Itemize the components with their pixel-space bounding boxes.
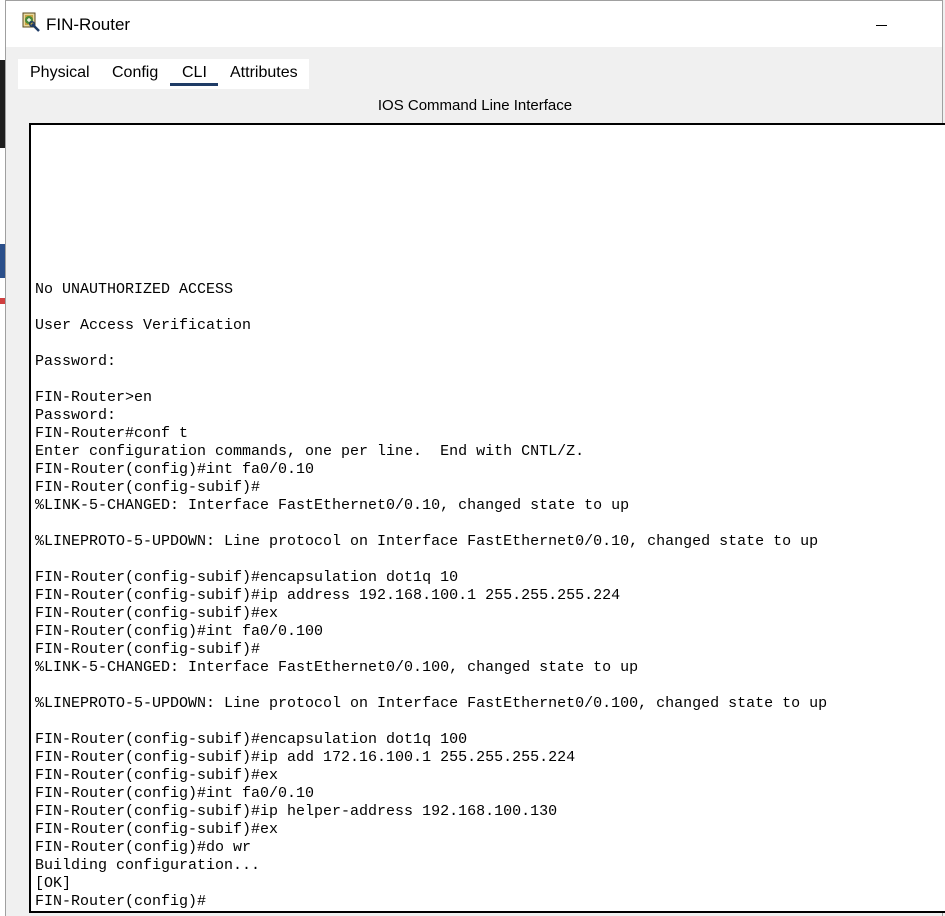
terminal-line: %LINK-5-CHANGED: Interface FastEthernet0… <box>35 659 639 676</box>
terminal-line: %LINEPROTO-5-UPDOWN: Line protocol on In… <box>35 695 828 712</box>
terminal-line: FIN-Router(config-subif)#ex <box>35 605 279 622</box>
terminal-line: FIN-Router(config)#int fa0/0.100 <box>35 623 324 640</box>
terminal-line: FIN-Router(config-subif)#encapsulation d… <box>35 569 459 586</box>
terminal-line: FIN-Router>en <box>35 389 153 406</box>
terminal-line: FIN-Router(config-subif)# <box>35 641 261 658</box>
terminal-line: FIN-Router(config-subif)#ip address 192.… <box>35 587 621 604</box>
tab-bar: Physical Config CLI Attributes <box>18 59 309 89</box>
terminal-line: FIN-Router(config)#int fa0/0.10 <box>35 461 315 478</box>
terminal-line: FIN-Router(config)# <box>35 893 207 910</box>
terminal-line: FIN-Router(config-subif)#ip add 172.16.1… <box>35 749 576 766</box>
window-title: FIN-Router <box>46 15 131 34</box>
terminal-line: Building configuration... <box>35 857 261 874</box>
terminal-line: FIN-Router(config-subif)# <box>35 479 261 496</box>
terminal-line: FIN-Router(config-subif)#ex <box>35 821 279 838</box>
terminal-line: FIN-Router(config)#int fa0/0.10 <box>35 785 315 802</box>
terminal-line: FIN-Router#conf t <box>35 425 189 442</box>
terminal-line: FIN-Router(config)#do wr <box>35 839 252 856</box>
terminal-line: No UNAUTHORIZED ACCESS <box>35 281 234 298</box>
minimize-button[interactable] <box>851 1 911 47</box>
panel-heading: IOS Command Line Interface <box>377 97 573 114</box>
tab-cli[interactable]: CLI <box>182 64 207 82</box>
title-bar[interactable]: FIN-Router <box>6 1 942 47</box>
terminal-line: %LINK-5-CHANGED: Interface FastEthernet0… <box>35 497 630 514</box>
packet-tracer-router-icon <box>22 12 40 32</box>
tab-physical[interactable]: Physical <box>30 64 90 82</box>
terminal-line: User Access Verification <box>35 317 252 334</box>
tab-attributes[interactable]: Attributes <box>230 64 298 82</box>
terminal-line: Password: <box>35 353 117 370</box>
terminal-line: FIN-Router(config-subif)#ex <box>35 767 279 784</box>
terminal-line: Enter configuration commands, one per li… <box>35 443 585 460</box>
terminal-line: [OK] <box>35 875 72 892</box>
minimize-icon <box>876 25 887 26</box>
tab-config[interactable]: Config <box>112 64 158 82</box>
router-window: FIN-Router Physical Config CLI Attribute… <box>5 0 945 916</box>
terminal-line: FIN-Router(config-subif)#encapsulation d… <box>35 731 468 748</box>
cli-terminal[interactable]: No UNAUTHORIZED ACCESS User Access Verifi… <box>29 123 945 913</box>
active-tab-indicator <box>170 83 218 86</box>
terminal-line: FIN-Router(config-subif)#ip helper-addre… <box>35 803 558 820</box>
terminal-line: Password: <box>35 407 117 424</box>
terminal-line: %LINEPROTO-5-UPDOWN: Line protocol on In… <box>35 533 819 550</box>
terminal-output: No UNAUTHORIZED ACCESS User Access Verifi… <box>35 281 827 911</box>
